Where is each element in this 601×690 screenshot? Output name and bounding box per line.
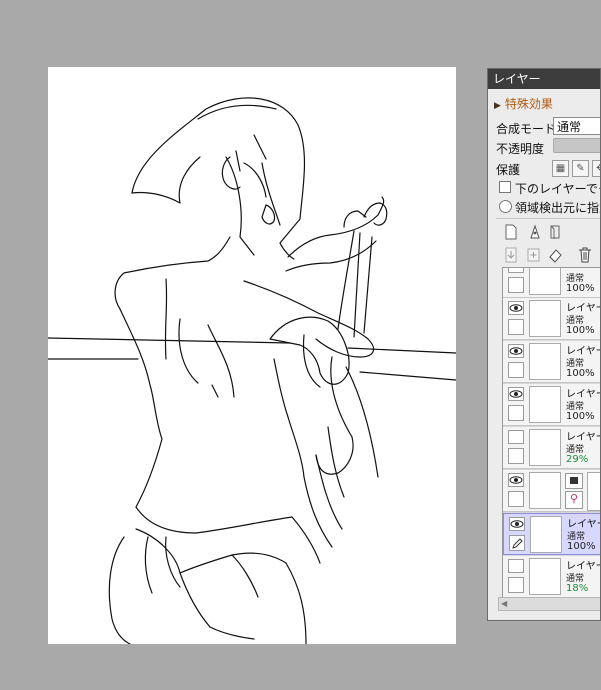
layer-opacity: 100%: [566, 325, 595, 336]
blend-mode-select[interactable]: 通常: [553, 117, 600, 135]
merge-down-button[interactable]: [502, 246, 520, 264]
delete-layer-button[interactable]: [576, 246, 594, 264]
layer-opacity: 18%: [566, 583, 589, 594]
new-folder-button[interactable]: [546, 223, 564, 241]
drawing-canvas[interactable]: [48, 67, 456, 644]
clip-checkbox[interactable]: [499, 181, 511, 193]
clip-attach-icon[interactable]: ⚲: [565, 491, 583, 509]
layer-thumbnail[interactable]: [529, 386, 561, 423]
layer-name: レイヤー: [567, 519, 600, 530]
layer-panel: レイヤー ▶特殊効果 合成モード 通常 不透明度 保護 ▦ ✎ ✥ 下のレイヤー…: [487, 68, 601, 621]
effects-toggle[interactable]: ▶ 特殊効果: [494, 95, 553, 112]
edit-lock-toggle[interactable]: [508, 319, 524, 335]
layer-thumbnail[interactable]: [530, 516, 562, 553]
visibility-toggle[interactable]: [508, 430, 524, 444]
new-page-icon: [505, 224, 517, 240]
area-source-label: 領域検出元に指定: [515, 201, 600, 215]
layer-name: レイヤー: [566, 346, 600, 357]
layer-row[interactable]: 通常 100%: [503, 268, 600, 298]
layer-row[interactable]: レイヤー通常29%: [503, 427, 600, 469]
visibility-toggle[interactable]: [508, 268, 524, 273]
layer-row[interactable]: ⚲: [503, 470, 600, 512]
protect-transparency-button[interactable]: ▦: [552, 160, 569, 177]
opacity-label: 不透明度: [496, 142, 545, 156]
edit-lock-toggle[interactable]: [509, 535, 525, 551]
layer-name: レイヤー: [566, 432, 600, 443]
layer-row[interactable]: レイヤー通常18%: [503, 556, 600, 598]
line-art-drawing: [48, 97, 456, 644]
protect-move-button[interactable]: ✥: [592, 160, 600, 177]
layer-thumbnail[interactable]: [529, 300, 561, 337]
new-pen-layer-button[interactable]: [526, 223, 544, 241]
pen-nib-icon: [530, 224, 540, 239]
layer-opacity: 100%: [567, 541, 596, 552]
effects-label: 特殊効果: [504, 97, 553, 111]
area-source-radio[interactable]: [499, 200, 512, 213]
edit-lock-toggle[interactable]: [508, 362, 524, 378]
layer-name: レイヤー: [566, 561, 600, 572]
edit-lock-toggle[interactable]: [508, 405, 524, 421]
eye-icon: [509, 347, 523, 355]
layer-opacity: 100%: [566, 368, 595, 379]
panel-title[interactable]: レイヤー: [488, 69, 600, 89]
edit-lock-toggle[interactable]: [508, 577, 524, 593]
eye-icon: [510, 520, 524, 528]
visibility-toggle[interactable]: [508, 473, 524, 487]
layer-row[interactable]: レイヤー通常100%: [503, 298, 600, 340]
mask-icon[interactable]: [565, 473, 583, 489]
eraser-icon: [549, 249, 562, 263]
mask-thumbnail[interactable]: [587, 472, 600, 511]
visibility-toggle[interactable]: [508, 344, 524, 358]
layer-thumbnail[interactable]: [529, 268, 561, 295]
layer-row[interactable]: レイヤー通常100%: [503, 341, 600, 383]
blend-mode-label: 合成モード: [496, 122, 557, 136]
layer-row[interactable]: レイヤー通常100%: [503, 384, 600, 426]
visibility-toggle[interactable]: [508, 559, 524, 573]
layer-opacity: 100%: [566, 411, 595, 422]
new-layer-button[interactable]: [502, 223, 520, 241]
eye-icon: [509, 304, 523, 312]
horizontal-scrollbar[interactable]: ◀: [498, 597, 600, 611]
edit-lock-toggle[interactable]: [508, 491, 524, 507]
layer-name: レイヤー: [566, 389, 600, 400]
protect-label: 保護: [496, 163, 521, 177]
edit-lock-toggle[interactable]: [508, 448, 524, 464]
layer-row[interactable]: レイヤー通常100%: [503, 513, 600, 555]
plus-box-icon: [527, 248, 540, 262]
folder-page-icon: [550, 225, 560, 239]
opacity-slider[interactable]: [553, 138, 600, 153]
eye-icon: [509, 476, 523, 484]
layer-opacity: 100%: [566, 283, 595, 294]
layer-name: レイヤー: [566, 303, 600, 314]
visibility-toggle[interactable]: [508, 301, 524, 315]
clip-label: 下のレイヤーでクリ: [515, 182, 600, 196]
layer-thumbnail[interactable]: [529, 558, 561, 595]
layer-opacity: 29%: [566, 454, 589, 465]
expand-triangle-icon: ▶: [494, 101, 501, 111]
pencil-icon: [512, 538, 523, 549]
clear-layer-button[interactable]: [546, 246, 564, 264]
visibility-toggle[interactable]: [509, 517, 525, 531]
layer-thumbnail[interactable]: [529, 343, 561, 380]
protect-draw-button[interactable]: ✎: [572, 160, 589, 177]
merge-down-icon: [505, 247, 517, 263]
eye-icon: [509, 390, 523, 398]
trash-icon: [579, 247, 591, 263]
visibility-toggle[interactable]: [508, 387, 524, 401]
divider: [496, 218, 600, 219]
layer-list[interactable]: 通常100%レイヤー通常100%レイヤー通常100%レイヤー通常100%レイヤー…: [502, 267, 600, 598]
layer-thumbnail[interactable]: [529, 472, 561, 509]
layer-thumbnail[interactable]: [529, 429, 561, 466]
merge-visible-button[interactable]: [524, 246, 542, 264]
edit-lock-toggle[interactable]: [508, 277, 524, 293]
scroll-left-icon[interactable]: ◀: [501, 600, 509, 608]
